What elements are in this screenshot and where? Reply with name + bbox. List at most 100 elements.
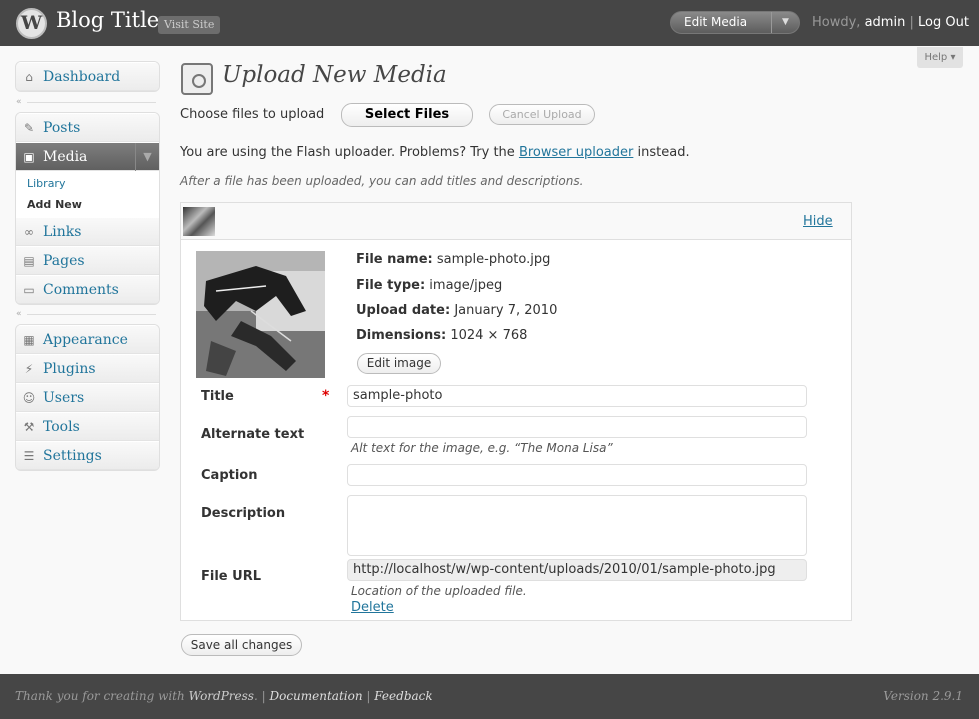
visit-site-button[interactable]: Visit Site	[158, 16, 221, 34]
caption-label: Caption	[201, 468, 258, 483]
collapse-icon: «	[16, 309, 22, 319]
file-type-label: File type:	[356, 278, 426, 293]
alt-text-label: Alternate text	[201, 427, 305, 442]
file-type-value: image/jpeg	[429, 278, 503, 293]
footer-left: Thank you for creating with WordPress. |…	[15, 689, 433, 703]
delete-link[interactable]: Delete	[351, 600, 394, 615]
home-icon: ⌂	[25, 70, 33, 84]
media-submenu: Library Add New	[16, 171, 159, 217]
hide-link[interactable]: Hide	[803, 214, 833, 229]
logout-link[interactable]: Log Out	[918, 15, 969, 30]
cancel-upload-button[interactable]: Cancel Upload	[489, 104, 595, 125]
file-name-row: File name: sample-photo.jpg	[356, 252, 550, 267]
upload-date-label: Upload date:	[356, 303, 451, 318]
submenu-item-add-new[interactable]: Add New	[16, 194, 159, 215]
menu-separator[interactable]: «	[15, 98, 160, 107]
flash-notice-text-end: instead.	[637, 145, 690, 160]
menu-item-users[interactable]: ☺ Users	[16, 383, 159, 412]
menu-label: Plugins	[43, 361, 96, 377]
media-pinkynail-thumbnail	[183, 207, 215, 236]
menu-group-admin: ▦ Appearance ⚡ Plugins ☺ Users ⚒ Tools ☰ Sett…	[15, 324, 160, 471]
menu-label: Users	[43, 390, 85, 406]
menu-label: Links	[43, 224, 82, 240]
menu-label: Posts	[43, 120, 81, 136]
file-url-label: File URL	[201, 569, 261, 584]
favorite-actions-label: Edit Media	[684, 15, 748, 29]
chevron-down-icon[interactable]: ▼	[771, 12, 799, 33]
help-tab[interactable]: Help ▾	[917, 47, 963, 68]
media-page-icon	[181, 63, 213, 95]
browser-uploader-link[interactable]: Browser uploader	[519, 145, 633, 160]
menu-item-appearance[interactable]: ▦ Appearance	[16, 325, 159, 354]
upload-date-value: January 7, 2010	[454, 303, 558, 318]
file-url-help: Location of the uploaded file.	[351, 584, 527, 598]
select-files-button[interactable]: Select Files	[341, 103, 473, 127]
pages-icon: ▤	[23, 254, 35, 268]
favorite-actions-dropdown[interactable]: Edit Media ▼	[670, 11, 800, 34]
user-greeting: Howdy, admin | Log Out	[812, 15, 969, 30]
help-label: Help	[924, 52, 948, 63]
pushpin-icon: ✎	[23, 121, 35, 135]
menu-item-links[interactable]: ∞ Links	[16, 217, 159, 246]
menu-item-settings[interactable]: ☰ Settings	[16, 441, 159, 470]
description-label: Description	[201, 506, 286, 521]
menu-label: Dashboard	[43, 69, 121, 85]
menu-separator[interactable]: «	[15, 309, 160, 319]
appearance-icon: ▦	[23, 333, 35, 347]
plug-icon: ⚡	[24, 362, 34, 376]
flash-notice-text: You are using the Flash uploader. Proble…	[180, 145, 515, 160]
file-url-input[interactable]: http://localhost/w/wp-content/uploads/20…	[347, 559, 807, 581]
admin-footer: Thank you for creating with WordPress. |…	[0, 674, 979, 719]
menu-label: Pages	[43, 253, 85, 269]
media-icon: ▣	[23, 150, 35, 164]
menu-label: Media	[43, 149, 88, 165]
separator: |	[366, 689, 371, 703]
submenu-item-library[interactable]: Library	[16, 173, 159, 194]
alt-text-help: Alt text for the image, e.g. “The Mona L…	[351, 441, 613, 455]
separator: |	[909, 15, 914, 30]
footer-thanks-text: Thank you for creating with	[15, 689, 185, 703]
file-name-value: sample-photo.jpg	[436, 252, 551, 267]
page-title: Upload New Media	[222, 62, 447, 88]
dimensions-value: 1024 × 768	[450, 328, 528, 343]
dimensions-row: Dimensions: 1024 × 768	[356, 328, 527, 343]
choose-files-label: Choose files to upload	[180, 107, 325, 122]
menu-item-dashboard[interactable]: ⌂ Dashboard	[16, 62, 159, 91]
menu-label: Comments	[43, 282, 119, 298]
alt-text-input[interactable]	[347, 416, 807, 438]
file-type-row: File type: image/jpeg	[356, 278, 502, 293]
menu-group-dashboard: ⌂ Dashboard	[15, 61, 160, 92]
menu-item-pages[interactable]: ▤ Pages	[16, 246, 159, 275]
tools-icon: ⚒	[23, 420, 35, 434]
howdy-text: Howdy,	[812, 15, 861, 30]
menu-toggle-icon[interactable]: ▼	[135, 143, 159, 171]
comment-icon: ▭	[23, 283, 35, 297]
wordpress-logo-icon[interactable]: W	[16, 8, 47, 39]
menu-item-plugins[interactable]: ⚡ Plugins	[16, 354, 159, 383]
description-textarea[interactable]	[347, 495, 807, 556]
caption-input[interactable]	[347, 464, 807, 486]
version-text: Version 2.9.1	[883, 689, 963, 703]
upload-date-row: Upload date: January 7, 2010	[356, 303, 557, 318]
blog-title: Blog Title	[56, 8, 160, 32]
required-indicator: *	[322, 388, 330, 404]
link-icon: ∞	[24, 225, 34, 239]
title-label: Title	[201, 389, 234, 404]
users-icon: ☺	[22, 391, 36, 405]
upload-hint: After a file has been uploaded, you can …	[180, 174, 584, 188]
title-input[interactable]: sample-photo	[347, 385, 807, 407]
media-thumbnail-image	[196, 251, 325, 378]
feedback-link[interactable]: Feedback	[374, 689, 432, 703]
documentation-link[interactable]: Documentation	[269, 689, 362, 703]
dimensions-label: Dimensions:	[356, 328, 447, 343]
wordpress-link[interactable]: WordPress	[189, 689, 254, 703]
menu-item-media[interactable]: ▣ Media ▼	[16, 142, 159, 171]
edit-image-button[interactable]: Edit image	[357, 353, 441, 374]
menu-item-tools[interactable]: ⚒ Tools	[16, 412, 159, 441]
menu-item-comments[interactable]: ▭ Comments	[16, 275, 159, 304]
save-all-changes-button[interactable]: Save all changes	[181, 634, 302, 656]
menu-group-content: ✎ Posts ▣ Media ▼ Library Add New ∞ Links ▤ P…	[15, 112, 160, 305]
user-profile-link[interactable]: admin	[865, 15, 906, 30]
admin-header: W Blog Title Visit Site Edit Media ▼ How…	[0, 0, 979, 46]
menu-item-posts[interactable]: ✎ Posts	[16, 113, 159, 142]
